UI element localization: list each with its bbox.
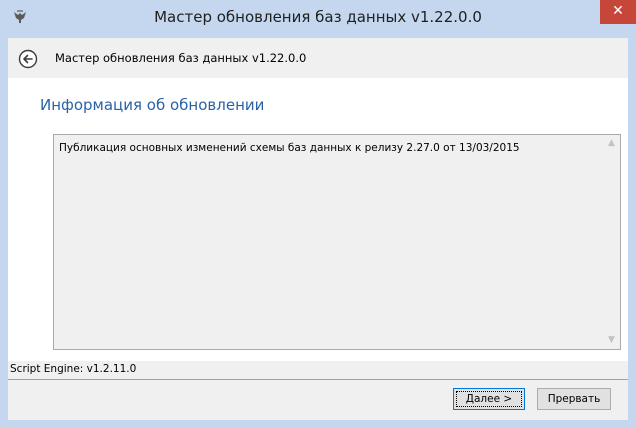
window-title: Мастер обновления баз данных v1.22.0.0 xyxy=(154,8,482,26)
next-button-focus: Далее > xyxy=(456,391,522,407)
client-area: Мастер обновления баз данных v1.22.0.0 И… xyxy=(8,38,628,420)
page-heading: Информация об обновлении xyxy=(40,96,265,114)
wizard-nav-bar: Мастер обновления баз данных v1.22.0.0 xyxy=(8,38,628,78)
script-engine-label: Script Engine: v1.2.11.0 xyxy=(10,363,137,375)
update-info-text: Публикация основных изменений схемы баз … xyxy=(59,142,520,154)
back-arrow-icon[interactable] xyxy=(18,49,38,69)
wizard-nav-title: Мастер обновления баз данных v1.22.0.0 xyxy=(55,51,307,65)
next-accelerator: Д xyxy=(465,393,474,405)
footer-divider xyxy=(8,379,628,380)
cancel-button[interactable]: Прервать xyxy=(537,388,611,410)
scroll-down-icon[interactable]: ▼ xyxy=(603,332,620,349)
update-info-textbox[interactable]: Публикация основных изменений схемы баз … xyxy=(53,134,621,350)
close-icon: ✕ xyxy=(612,3,624,19)
vertical-scrollbar[interactable]: ▲ ▼ xyxy=(603,135,620,349)
title-bar[interactable]: Мастер обновления баз данных v1.22.0.0 ✕ xyxy=(0,0,636,38)
wizard-content: Информация об обновлении Публикация осно… xyxy=(8,78,628,361)
next-label: алее > xyxy=(474,393,513,405)
installer-window: Мастер обновления баз данных v1.22.0.0 ✕… xyxy=(0,0,636,428)
next-button[interactable]: Далее > xyxy=(453,388,525,410)
scroll-up-icon[interactable]: ▲ xyxy=(603,135,620,152)
close-button[interactable]: ✕ xyxy=(600,0,636,24)
